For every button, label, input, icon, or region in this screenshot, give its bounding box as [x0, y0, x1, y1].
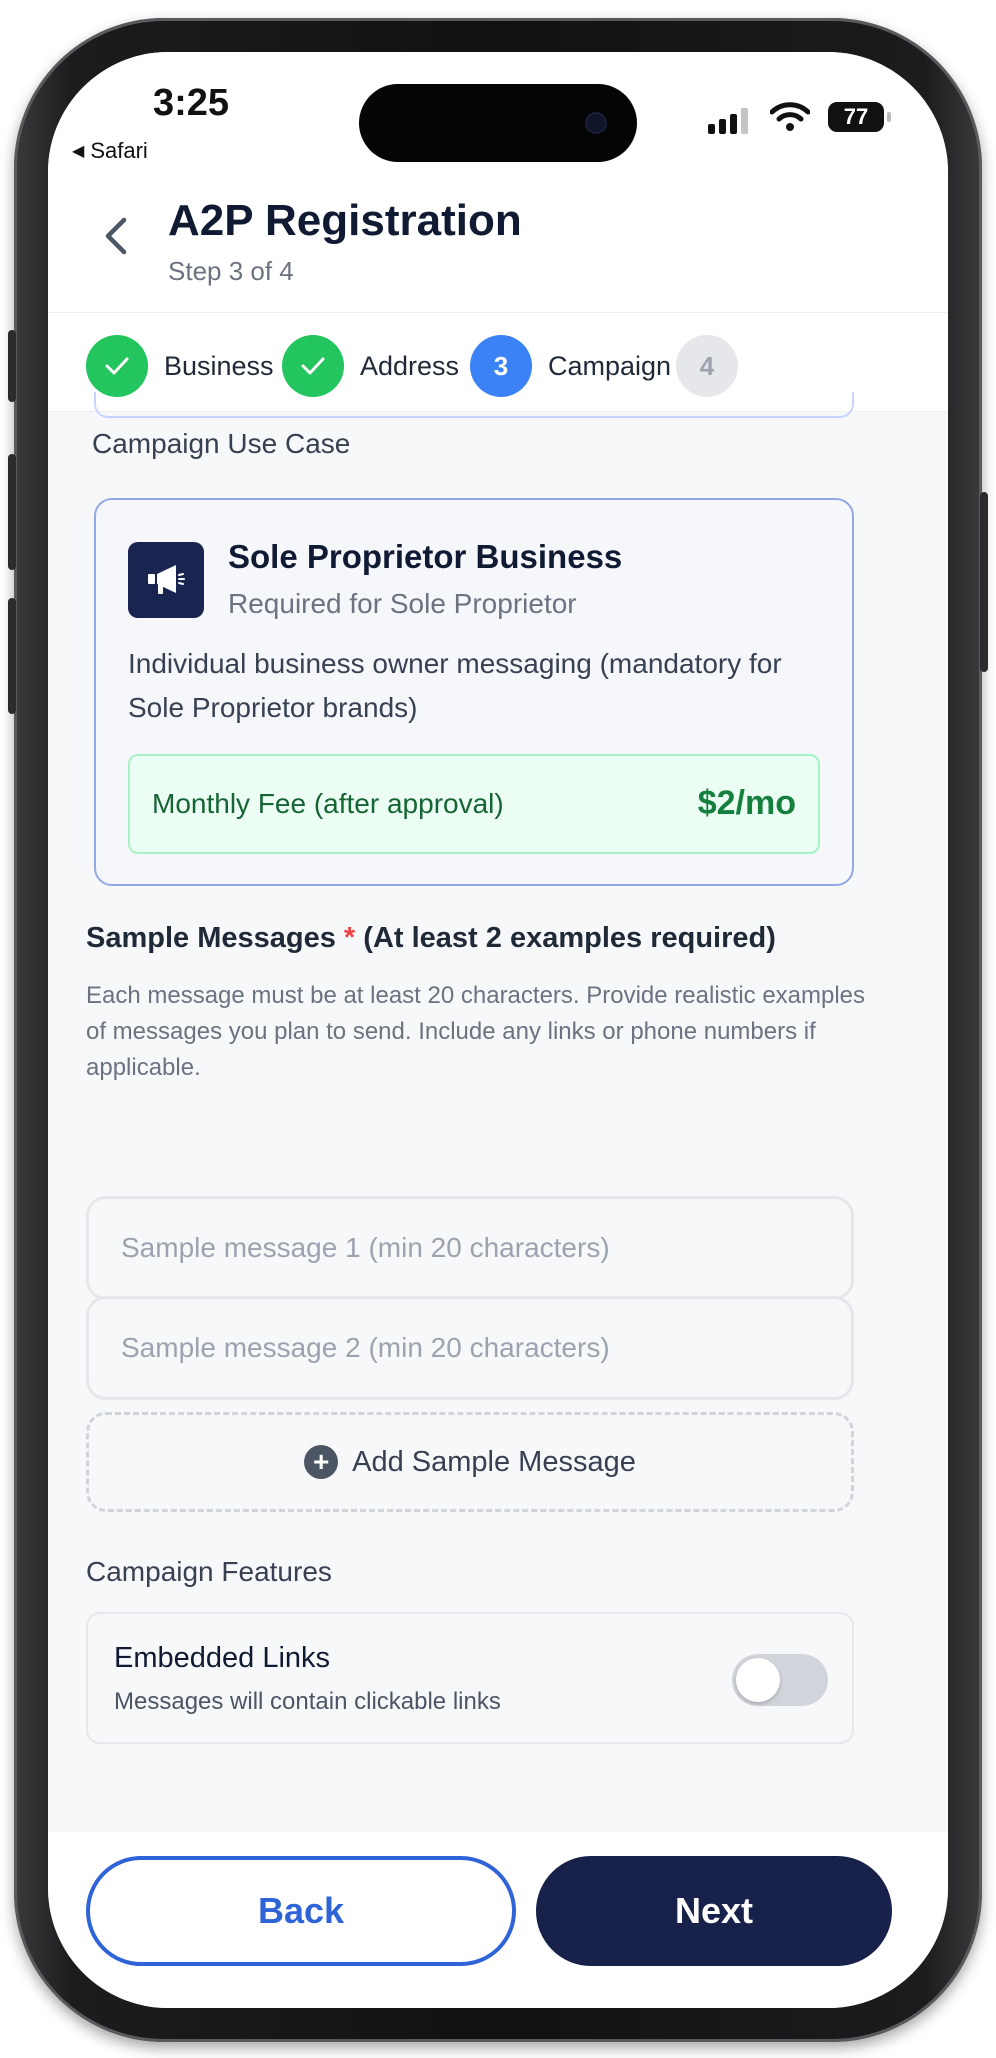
- plus-circle-icon: +: [304, 1445, 339, 1479]
- status-time: 3:25: [153, 82, 230, 124]
- step-complete-check-icon: [282, 335, 344, 397]
- monthly-fee-box: Monthly Fee (after approval) $2/mo: [128, 754, 820, 854]
- use-case-subtitle: Required for Sole Proprietor: [228, 588, 577, 619]
- use-case-label: Campaign Use Case: [92, 428, 351, 459]
- step-number: 3: [470, 335, 532, 397]
- action-button: [8, 330, 16, 402]
- status-bar: 3:25 ◀ Safari 77: [48, 52, 948, 192]
- fee-label: Monthly Fee (after approval): [152, 788, 504, 819]
- sample-messages-help: Each message must be at least 20 charact…: [86, 982, 866, 1081]
- page-subtitle: Step 3 of 4: [168, 256, 294, 286]
- step-complete-check-icon: [86, 335, 148, 397]
- feature-name: Embedded Links: [114, 1642, 331, 1674]
- sample-messages-requirement: (At least 2 examples required): [363, 922, 776, 954]
- camera-icon: [585, 112, 607, 134]
- page-title: A2P Registration: [168, 196, 522, 245]
- dynamic-island: [359, 84, 637, 162]
- footer-actions: Back Next: [48, 1832, 948, 2008]
- step-label: Campaign: [548, 350, 672, 381]
- phone-frame: 3:25 ◀ Safari 77 A2P Registration Step 3…: [8, 18, 988, 2042]
- sample-messages-title: Sample Messages * (At least 2 examples r…: [86, 922, 776, 955]
- sample-messages-label: Sample Messages: [86, 922, 336, 954]
- sample-message-1-input[interactable]: [86, 1196, 854, 1300]
- page-header: A2P Registration Step 3 of 4: [48, 192, 948, 312]
- next-button[interactable]: Next: [536, 1856, 892, 1966]
- fee-value: $2/mo: [697, 784, 796, 822]
- step-label: Business: [164, 350, 274, 381]
- step-address[interactable]: Address: [282, 335, 459, 397]
- volume-up-button: [8, 454, 16, 570]
- sample-message-2-input[interactable]: [86, 1296, 854, 1400]
- battery-level: 77: [843, 104, 869, 129]
- use-case-title: Sole Proprietor Business: [228, 538, 623, 575]
- back-triangle-icon: ◀: [72, 143, 85, 160]
- step-business[interactable]: Business: [86, 335, 274, 397]
- use-case-description: Individual business owner messaging (man…: [128, 648, 782, 723]
- step-campaign[interactable]: 3 Campaign: [470, 335, 671, 397]
- cellular-signal-icon: [708, 108, 748, 134]
- wifi-icon: [770, 102, 810, 131]
- back-button[interactable]: Back: [86, 1856, 516, 1966]
- step-number: 4: [676, 335, 738, 397]
- back-chevron-icon[interactable]: [96, 214, 136, 258]
- toggle-knob: [736, 1658, 780, 1702]
- embedded-links-toggle[interactable]: [732, 1654, 828, 1706]
- previous-card-edge: [94, 392, 854, 418]
- volume-down-button: [8, 598, 16, 714]
- battery-icon: 77: [828, 102, 891, 132]
- use-case-card[interactable]: Sole Proprietor Business Required for So…: [94, 498, 854, 886]
- add-sample-message-button[interactable]: + Add Sample Message: [86, 1412, 854, 1512]
- add-sample-message-label: Add Sample Message: [352, 1445, 636, 1478]
- step-4[interactable]: 4: [676, 335, 738, 397]
- feature-description: Messages will contain clickable links: [114, 1688, 501, 1715]
- power-button: [980, 492, 988, 672]
- back-app-label: Safari: [90, 138, 148, 163]
- required-asterisk: *: [343, 922, 356, 954]
- step-label: Address: [360, 350, 460, 381]
- feature-embedded-links: Embedded Links Messages will contain cli…: [86, 1612, 854, 1744]
- screen: 3:25 ◀ Safari 77 A2P Registration Step 3…: [48, 52, 948, 2008]
- back-to-app-link[interactable]: ◀ Safari: [72, 138, 148, 164]
- campaign-features-title: Campaign Features: [86, 1556, 332, 1587]
- form-content: Campaign Use Case Sole Proprietor Busine…: [48, 392, 948, 1832]
- megaphone-icon: [128, 542, 204, 618]
